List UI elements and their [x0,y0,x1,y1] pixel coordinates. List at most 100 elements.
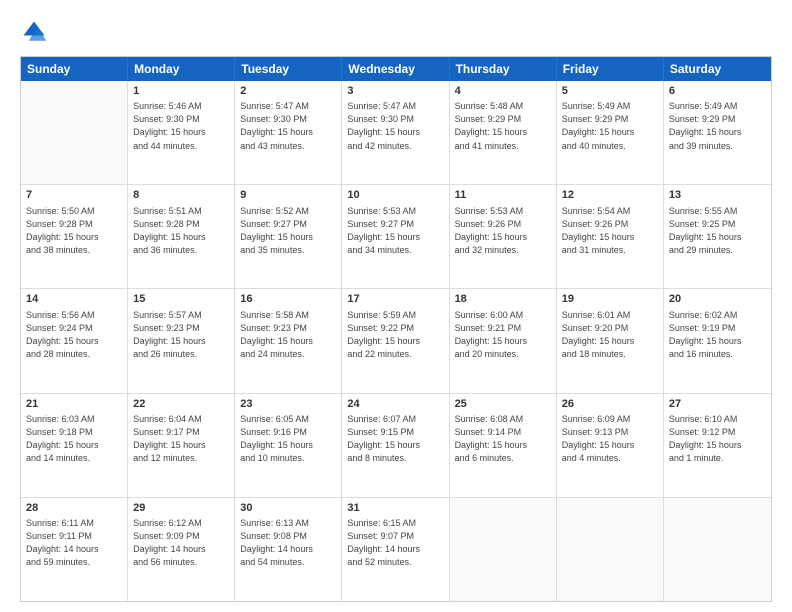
cal-day-26: 26Sunrise: 6:09 AM Sunset: 9:13 PM Dayli… [557,394,664,497]
day-info: Sunrise: 5:55 AM Sunset: 9:25 PM Dayligh… [669,205,766,257]
day-number: 6 [669,84,766,99]
cal-day-17: 17 Sunrise: 5:59 AM Sunset: 9:22 PM Dayli… [342,289,449,392]
cal-day-3: 3Sunrise: 5:47 AM Sunset: 9:30 PM Daylig… [342,81,449,184]
day-info: Sunrise: 5:58 AM Sunset: 9:23 PM Dayligh… [240,309,336,361]
cal-header-friday: Friday [557,57,664,81]
day-info: Sunrise: 5:57 AM Sunset: 9:23 PM Dayligh… [133,309,229,361]
calendar-header-row: SundayMondayTuesdayWednesdayThursdayFrid… [21,57,771,81]
page-container: SundayMondayTuesdayWednesdayThursdayFrid… [0,0,792,612]
day-info: Sunrise: 5:49 AM Sunset: 9:29 PM Dayligh… [669,100,766,152]
day-number: 8 [133,188,229,203]
cal-header-tuesday: Tuesday [235,57,342,81]
cal-day-11: 11Sunrise: 5:53 AM Sunset: 9:26 PM Dayli… [450,185,557,288]
cal-day-16: 16 Sunrise: 5:58 AM Sunset: 9:23 PM Dayli… [235,289,342,392]
day-number: 28 [26,501,122,516]
day-number: 9 [240,188,336,203]
cal-day-4: 4Sunrise: 5:48 AM Sunset: 9:29 PM Daylig… [450,81,557,184]
day-info: Sunrise: 5:47 AM Sunset: 9:30 PM Dayligh… [240,100,336,152]
day-info: Sunrise: 5:54 AM Sunset: 9:26 PM Dayligh… [562,205,658,257]
day-info: Sunrise: 5:51 AM Sunset: 9:28 PM Dayligh… [133,205,229,257]
day-info: Sunrise: 6:00 AM Sunset: 9:21 PM Dayligh… [455,309,551,361]
day-info: Sunrise: 5:53 AM Sunset: 9:27 PM Dayligh… [347,205,443,257]
day-number: 30 [240,501,336,516]
cal-day-8: 8 Sunrise: 5:51 AM Sunset: 9:28 PM Daylig… [128,185,235,288]
cal-day-13: 13 Sunrise: 5:55 AM Sunset: 9:25 PM Dayli… [664,185,771,288]
day-number: 29 [133,501,229,516]
day-info: Sunrise: 5:50 AM Sunset: 9:28 PM Dayligh… [26,205,122,257]
cal-day-30: 30Sunrise: 6:13 AM Sunset: 9:08 PM Dayli… [235,498,342,601]
day-info: Sunrise: 6:03 AM Sunset: 9:18 PM Dayligh… [26,413,122,465]
day-info: Sunrise: 5:49 AM Sunset: 9:29 PM Dayligh… [562,100,658,152]
day-number: 24 [347,397,443,412]
cal-week-1: 1Sunrise: 5:46 AM Sunset: 9:30 PM Daylig… [21,81,771,185]
day-number: 16 [240,292,336,307]
page-header [20,18,772,46]
day-number: 22 [133,397,229,412]
day-info: Sunrise: 6:05 AM Sunset: 9:16 PM Dayligh… [240,413,336,465]
calendar-body: 1Sunrise: 5:46 AM Sunset: 9:30 PM Daylig… [21,81,771,601]
day-number: 15 [133,292,229,307]
day-info: Sunrise: 6:04 AM Sunset: 9:17 PM Dayligh… [133,413,229,465]
day-info: Sunrise: 6:11 AM Sunset: 9:11 PM Dayligh… [26,517,122,569]
cal-day-12: 12 Sunrise: 5:54 AM Sunset: 9:26 PM Dayli… [557,185,664,288]
cal-week-2: 7 Sunrise: 5:50 AM Sunset: 9:28 PM Daylig… [21,185,771,289]
cal-header-monday: Monday [128,57,235,81]
cal-day-6: 6Sunrise: 5:49 AM Sunset: 9:29 PM Daylig… [664,81,771,184]
day-number: 13 [669,188,766,203]
cal-day-28: 28Sunrise: 6:11 AM Sunset: 9:11 PM Dayli… [21,498,128,601]
cal-day-2: 2Sunrise: 5:47 AM Sunset: 9:30 PM Daylig… [235,81,342,184]
day-info: Sunrise: 5:56 AM Sunset: 9:24 PM Dayligh… [26,309,122,361]
cal-day-27: 27Sunrise: 6:10 AM Sunset: 9:12 PM Dayli… [664,394,771,497]
cal-week-5: 28Sunrise: 6:11 AM Sunset: 9:11 PM Dayli… [21,498,771,601]
day-info: Sunrise: 6:01 AM Sunset: 9:20 PM Dayligh… [562,309,658,361]
day-number: 31 [347,501,443,516]
day-number: 23 [240,397,336,412]
day-info: Sunrise: 5:48 AM Sunset: 9:29 PM Dayligh… [455,100,551,152]
cal-day-20: 20Sunrise: 6:02 AM Sunset: 9:19 PM Dayli… [664,289,771,392]
cal-day-9: 9 Sunrise: 5:52 AM Sunset: 9:27 PM Daylig… [235,185,342,288]
day-number: 11 [455,188,551,203]
day-info: Sunrise: 5:52 AM Sunset: 9:27 PM Dayligh… [240,205,336,257]
day-info: Sunrise: 6:02 AM Sunset: 9:19 PM Dayligh… [669,309,766,361]
cal-day-empty [21,81,128,184]
day-number: 14 [26,292,122,307]
cal-day-31: 31Sunrise: 6:15 AM Sunset: 9:07 PM Dayli… [342,498,449,601]
cal-header-thursday: Thursday [450,57,557,81]
cal-header-sunday: Sunday [21,57,128,81]
day-info: Sunrise: 5:59 AM Sunset: 9:22 PM Dayligh… [347,309,443,361]
cal-day-19: 19 Sunrise: 6:01 AM Sunset: 9:20 PM Dayli… [557,289,664,392]
logo [20,18,52,46]
cal-day-18: 18 Sunrise: 6:00 AM Sunset: 9:21 PM Dayli… [450,289,557,392]
cal-week-4: 21Sunrise: 6:03 AM Sunset: 9:18 PM Dayli… [21,394,771,498]
cal-day-14: 14 Sunrise: 5:56 AM Sunset: 9:24 PM Dayli… [21,289,128,392]
day-number: 18 [455,292,551,307]
cal-day-23: 23Sunrise: 6:05 AM Sunset: 9:16 PM Dayli… [235,394,342,497]
day-info: Sunrise: 6:15 AM Sunset: 9:07 PM Dayligh… [347,517,443,569]
logo-icon [20,18,48,46]
cal-day-21: 21Sunrise: 6:03 AM Sunset: 9:18 PM Dayli… [21,394,128,497]
day-number: 25 [455,397,551,412]
day-number: 3 [347,84,443,99]
cal-header-saturday: Saturday [664,57,771,81]
cal-day-5: 5Sunrise: 5:49 AM Sunset: 9:29 PM Daylig… [557,81,664,184]
cal-day-25: 25Sunrise: 6:08 AM Sunset: 9:14 PM Dayli… [450,394,557,497]
day-number: 5 [562,84,658,99]
cal-header-wednesday: Wednesday [342,57,449,81]
cal-day-1: 1Sunrise: 5:46 AM Sunset: 9:30 PM Daylig… [128,81,235,184]
day-number: 21 [26,397,122,412]
day-number: 19 [562,292,658,307]
cal-day-7: 7 Sunrise: 5:50 AM Sunset: 9:28 PM Daylig… [21,185,128,288]
day-info: Sunrise: 6:12 AM Sunset: 9:09 PM Dayligh… [133,517,229,569]
day-info: Sunrise: 6:09 AM Sunset: 9:13 PM Dayligh… [562,413,658,465]
day-number: 1 [133,84,229,99]
day-number: 12 [562,188,658,203]
cal-day-22: 22Sunrise: 6:04 AM Sunset: 9:17 PM Dayli… [128,394,235,497]
cal-day-empty [664,498,771,601]
day-number: 17 [347,292,443,307]
day-number: 10 [347,188,443,203]
cal-week-3: 14 Sunrise: 5:56 AM Sunset: 9:24 PM Dayli… [21,289,771,393]
cal-day-empty [450,498,557,601]
day-number: 7 [26,188,122,203]
cal-day-24: 24Sunrise: 6:07 AM Sunset: 9:15 PM Dayli… [342,394,449,497]
cal-day-10: 10 Sunrise: 5:53 AM Sunset: 9:27 PM Dayli… [342,185,449,288]
